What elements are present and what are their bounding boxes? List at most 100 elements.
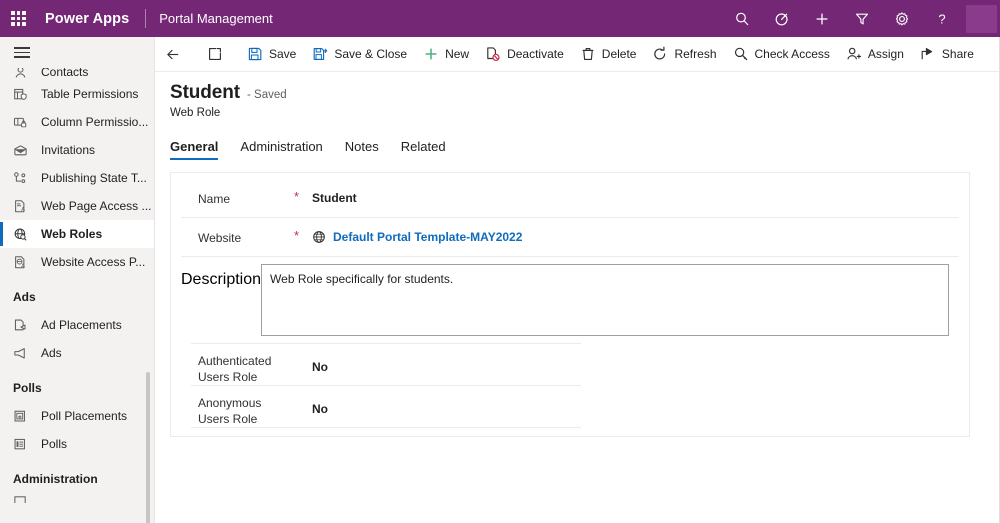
pin-button[interactable] [762,0,802,37]
filter-icon [854,11,870,27]
website-access-icon: A [13,254,32,270]
partial-item-icon [13,493,32,503]
field-row-description: Description Web Role specifically for st… [171,257,969,343]
delete-button[interactable]: Delete [572,37,645,71]
name-input[interactable]: Student [312,179,959,205]
save-disk-icon [247,46,263,62]
sidebar-item-label: Web Page Access ... [41,198,152,214]
save-button[interactable]: Save [239,37,304,71]
anonymous-users-role-spacer [294,386,312,396]
share-button[interactable]: Share [912,37,982,71]
sidebar-nav: Contacts Table Permissions Column Permis… [0,68,154,503]
record-header: Student - Saved [170,82,970,104]
save-status: - Saved [247,89,287,101]
poll-placements-icon [13,408,32,424]
website-link[interactable]: Default Portal Template-MAY2022 [333,230,522,244]
command-bar: Save Save & Close New Deactivate Delete … [155,37,1000,72]
brand-title[interactable]: Power Apps [45,11,129,27]
save-and-close-icon [312,46,328,62]
sidebar-item-web-roles[interactable]: Web Roles [0,220,154,248]
sidebar-item-table-permissions[interactable]: Table Permissions [0,80,154,108]
refresh-button[interactable]: Refresh [644,37,724,71]
app-launcher-button[interactable] [0,0,37,37]
app-name: Portal Management [159,11,272,26]
search-button[interactable] [722,0,762,37]
entity-name: Web Role [170,107,970,119]
website-lookup[interactable]: Default Portal Template-MAY2022 [312,230,959,244]
tab-related[interactable]: Related [401,139,446,160]
filter-button[interactable] [842,0,882,37]
assign-button[interactable]: Assign [838,37,912,71]
gear-icon [894,11,910,27]
sidebar-item-website-access-permissions[interactable]: A Website Access P... [0,248,154,276]
field-row-authenticated-users-role: Authenticated Users Role No [171,344,969,385]
sidebar-item-contacts[interactable]: Contacts [0,68,154,80]
sidebar-scrollbar-thumb[interactable] [146,372,150,523]
anonymous-users-role-label: Anonymous Users Role [181,386,294,427]
website-value: Default Portal Template-MAY2022 [312,218,959,244]
sidebar-item-label: Poll Placements [41,408,127,424]
sidebar-item-web-page-access[interactable]: A Web Page Access ... [0,192,154,220]
ad-placements-icon [13,317,32,333]
website-required-asterisk: * [294,218,312,243]
refresh-label: Refresh [674,47,716,61]
sidebar-item-label: Web Roles [41,226,102,242]
back-button[interactable] [155,37,191,71]
tab-administration[interactable]: Administration [240,139,322,160]
description-textarea[interactable]: Web Role specifically for students. [261,264,949,336]
popout-button[interactable] [197,37,233,71]
polls-icon [13,436,32,452]
tab-notes[interactable]: Notes [345,139,379,160]
table-permissions-icon [13,86,32,102]
assign-person-icon [846,46,862,62]
description-label: Description [181,257,261,289]
plus-icon [814,11,830,27]
new-button[interactable] [802,0,842,37]
svg-text:A: A [21,207,25,213]
main-content: Student - Saved Web Role General Adminis… [155,72,1000,523]
authenticated-users-role-value[interactable]: No [312,344,959,374]
save-label: Save [269,47,296,61]
sidebar-toggle-button[interactable] [0,37,154,68]
user-avatar-button[interactable] [962,0,1000,37]
deactivate-button[interactable]: Deactivate [477,37,572,71]
web-page-access-icon: A [13,198,32,214]
brand-divider [145,9,146,28]
sidebar-item-column-permissions[interactable]: Column Permissio... [0,108,154,136]
contacts-icon [13,68,32,80]
form-card: Name * Student Website * Default Portal … [170,172,970,437]
svg-text:A: A [21,263,25,269]
anonymous-users-role-value[interactable]: No [312,386,959,416]
sidebar-item-label: Ad Placements [41,317,122,333]
sidebar-item-label: Contacts [41,68,88,80]
deactivate-icon [485,46,501,62]
more-commands-button[interactable] [982,37,1000,71]
field-row-name: Name * Student [171,179,969,217]
sidebar-item-label: Publishing State T... [41,170,147,186]
sidebar-item-polls[interactable]: Polls [0,430,154,458]
sidebar-item-poll-placements[interactable]: Poll Placements [0,402,154,430]
tab-general[interactable]: General [170,139,218,160]
authenticated-users-role-spacer [294,344,312,354]
field-row-anonymous-users-role: Anonymous Users Role No [171,386,969,427]
save-and-close-button[interactable]: Save & Close [304,37,415,71]
sidebar-item-ad-placements[interactable]: Ad Placements [0,311,154,339]
settings-button[interactable] [882,0,922,37]
help-button[interactable]: ? [922,0,962,37]
sidebar-item-label: Table Permissions [41,86,138,102]
sidebar-item-publishing-state-transitions[interactable]: Publishing State T... [0,164,154,192]
share-icon [920,46,936,62]
sidebar-group-polls: Polls [0,367,154,402]
name-label: Name [181,179,294,207]
sidebar-item-partial[interactable] [0,493,154,503]
check-access-button[interactable]: Check Access [725,37,838,71]
sidebar-item-label: Website Access P... [41,254,145,270]
open-in-new-window-icon [207,46,223,62]
deactivate-label: Deactivate [507,47,564,61]
new-button[interactable]: New [415,37,477,71]
publishing-state-icon [13,170,32,186]
sidebar-item-invitations[interactable]: Invitations [0,136,154,164]
invitations-icon [13,142,32,158]
search-icon [734,11,750,27]
sidebar-item-ads[interactable]: Ads [0,339,154,367]
